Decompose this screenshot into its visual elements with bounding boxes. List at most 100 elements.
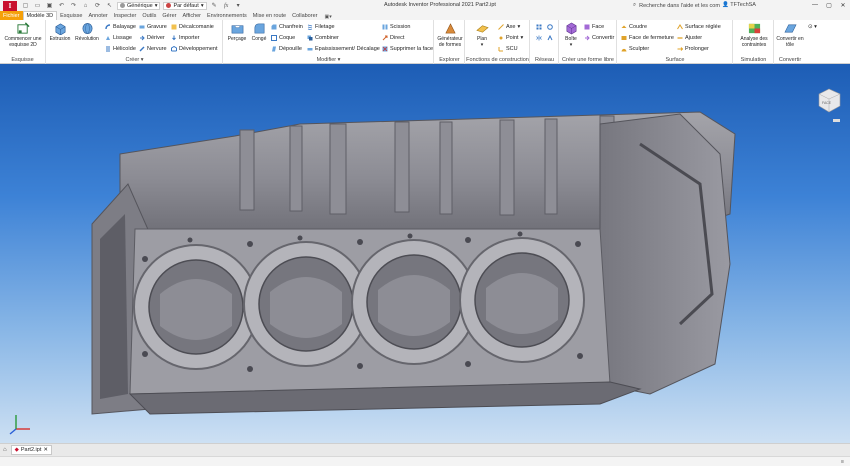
point-button[interactable]: Point ▾ [498, 35, 523, 41]
navigation-bar[interactable] [833, 118, 840, 122]
material-select[interactable]: Générique ▾ [117, 1, 161, 10]
chanfrein-button[interactable]: Chanfrein [271, 24, 303, 30]
developpement-button[interactable]: Développement [171, 46, 218, 52]
fillet-icon [254, 23, 264, 34]
open-icon[interactable]: ▭ [33, 2, 42, 10]
decalcomanie-button[interactable]: Décalcomanie [171, 24, 214, 30]
redo-icon[interactable]: ↷ [69, 2, 78, 10]
ribbon-more-button[interactable]: ⊙ ▾ [808, 24, 817, 30]
direct-button[interactable]: Direct [382, 35, 404, 41]
convertir-freeform-button[interactable]: Convertir [584, 35, 614, 41]
material-swatch-icon [120, 3, 125, 8]
chevron-down-icon[interactable]: ▾ [517, 24, 520, 30]
tab-outils[interactable]: Outils [139, 11, 159, 20]
shape-generator-button[interactable]: Générateur de formes [436, 22, 464, 48]
helicoide-button[interactable]: Hélicoïde [105, 46, 136, 52]
panel-simulation: Analyse des contraintes Simulation [734, 20, 774, 64]
sculpter-button[interactable]: Sculpter [621, 46, 649, 52]
gravure-button[interactable]: Gravure [139, 24, 167, 30]
ajuster-button[interactable]: Ajuster [677, 35, 702, 41]
update-icon[interactable]: ⟳ [93, 2, 102, 10]
user-account[interactable]: 👤 TFTechSA [722, 2, 756, 8]
prolonger-button[interactable]: Prolonger [677, 46, 709, 52]
conge-button[interactable]: Congé [249, 22, 269, 42]
fx-button[interactable]: fx [222, 2, 231, 10]
clear-appearance-icon[interactable]: ✎ [210, 2, 219, 10]
chevron-down-icon[interactable]: ▾ [141, 57, 144, 63]
supprimer-face-button[interactable]: Supprimer la face [382, 46, 433, 52]
deriver-button[interactable]: Dériver [139, 35, 165, 41]
chevron-down-icon[interactable]: ▾ [481, 42, 484, 48]
tab-inspecter[interactable]: Inspecter [111, 11, 140, 20]
minimize-icon[interactable]: — [808, 0, 822, 10]
convert-sheet-metal-button[interactable]: Convertir en tôle [776, 22, 804, 48]
nervure-button[interactable]: Nervure [139, 46, 167, 52]
rectangular-pattern-button[interactable] [536, 24, 542, 30]
mirror-button[interactable] [536, 35, 542, 41]
extrusion-button[interactable]: Extrusion [50, 22, 70, 42]
tab-environnements[interactable]: Environnements [204, 11, 250, 20]
combiner-button[interactable]: Combiner [307, 35, 339, 41]
sketch-pattern-button[interactable] [547, 35, 553, 41]
boite-button[interactable]: Boîte ▾ [562, 22, 580, 48]
chevron-down-icon[interactable]: ▾ [570, 42, 573, 48]
tab-collaborer[interactable]: Collaborer [289, 11, 320, 20]
save-icon[interactable]: ▣ [45, 2, 54, 10]
balayage-button[interactable]: Balayage [105, 24, 136, 30]
close-tab-icon[interactable]: ✕ [43, 447, 48, 453]
filetage-button[interactable]: Filetage [307, 24, 335, 30]
viewcube[interactable]: FACE [816, 86, 842, 116]
tab-modele-3d[interactable]: Modèle 3D [22, 11, 58, 20]
engine-block-model[interactable] [0, 64, 850, 443]
tab-afficher[interactable]: Afficher [179, 11, 204, 20]
help-search[interactable]: ⌕ Recherche dans l'aide et les com [633, 2, 720, 9]
select-icon[interactable]: ↖ [105, 2, 114, 10]
scu-label: SCU [506, 46, 518, 52]
ajuster-label: Ajuster [685, 35, 703, 41]
panel-label-surface: Surface [665, 57, 685, 63]
ribbon: Commencer une esquisse 2D Esquisse Extru… [0, 20, 850, 64]
close-icon[interactable]: ✕ [836, 0, 850, 10]
customize-icon[interactable]: ▾ [234, 2, 243, 10]
maximize-icon[interactable]: ▢ [822, 0, 836, 10]
thicken-icon [307, 48, 313, 51]
percage-button[interactable]: Perçage [226, 22, 248, 42]
appearance-select[interactable]: Par défaut ▾ [163, 1, 207, 10]
epaississement-button[interactable]: Epaississement/ Décalage [307, 46, 380, 52]
panel-label-simulation: Simulation [740, 57, 767, 63]
tab-annoter[interactable]: Annoter [85, 11, 110, 20]
coudre-button[interactable]: Coudre [621, 24, 647, 30]
stress-analysis-button[interactable]: Analyse des contraintes [735, 22, 773, 48]
plan-button[interactable]: Plan ▾ [472, 22, 492, 48]
start-sketch-button[interactable]: Commencer une esquisse 2D [4, 22, 42, 48]
document-tab[interactable]: ◆ Part2.ipt ✕ [10, 445, 52, 455]
coque-button[interactable]: Coque [271, 35, 295, 41]
face-button[interactable]: Face [584, 24, 604, 30]
revolution-button[interactable]: Révolution [74, 22, 100, 42]
chevron-down-icon[interactable]: ▾ [338, 57, 341, 63]
scission-button[interactable]: Scission [382, 24, 410, 30]
status-menu-icon[interactable]: ≡ [841, 459, 844, 465]
revolution-label: Révolution [75, 36, 99, 42]
chevron-down-icon[interactable]: ▾ [521, 35, 524, 41]
tab-fichier[interactable]: Fichier [0, 11, 23, 20]
tab-gerer[interactable]: Gérer [159, 11, 179, 20]
tab-mise-en-route[interactable]: Mise en route [250, 11, 289, 20]
home-tab-icon[interactable]: ⌂ [3, 447, 7, 453]
surface-reglee-button[interactable]: Surface réglée [677, 24, 721, 30]
home-icon[interactable]: ⌂ [81, 2, 90, 10]
tab-esquisse[interactable]: Esquisse [57, 11, 85, 20]
balayage-label: Balayage [113, 24, 136, 30]
face-fermeture-button[interactable]: Face de fermeture [621, 35, 674, 41]
importer-button[interactable]: Importer [171, 35, 199, 41]
scu-button[interactable]: SCU [498, 46, 518, 52]
new-icon[interactable]: ▢ [21, 2, 30, 10]
undo-icon[interactable]: ↶ [57, 2, 66, 10]
graphics-window[interactable]: FACE [0, 64, 850, 443]
inventor-logo[interactable]: I [3, 0, 17, 11]
lissage-button[interactable]: Lissage [105, 35, 132, 41]
circular-pattern-button[interactable] [547, 24, 553, 30]
axe-button[interactable]: Axe ▾ [498, 24, 520, 30]
depouille-button[interactable]: Dépouille [271, 46, 302, 52]
unwrap-icon [171, 46, 177, 52]
